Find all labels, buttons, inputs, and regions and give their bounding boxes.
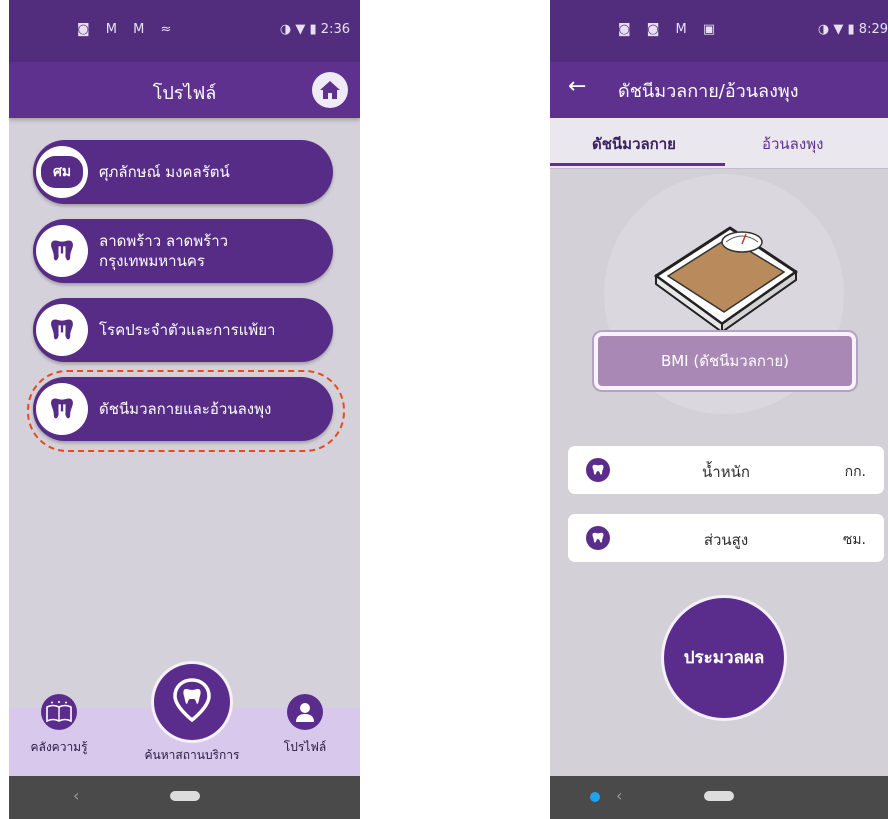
home-icon [320, 81, 340, 99]
profile-name: ศุภลักษณ์ มงคลรัตน์ [99, 163, 230, 181]
system-back-icon[interactable]: ‹ [616, 786, 622, 805]
profile-screen: ◙ Ⅿ Ⅿ ≈ ◑ ▼ ▮ 2:36 โปรไฟล์ ศม ศุภลักษณ์ … [9, 0, 360, 819]
disease-allergy-item[interactable]: โรคประจำตัวและการแพ้ยา [33, 298, 333, 362]
tooth-icon [51, 398, 73, 419]
scale-icon [654, 226, 798, 334]
system-home-pill[interactable] [704, 791, 734, 801]
address-line-2: กรุงเทพมหานคร [99, 252, 205, 270]
bmi-button[interactable]: BMI (ดัชนีมวลกาย) [594, 332, 856, 390]
address-item[interactable]: ลาดพร้าว ลาดพร้าว กรุงเทพมหานคร [33, 219, 333, 283]
weight-field[interactable]: น้ำหนัก กก. [568, 446, 884, 494]
weight-label: น้ำหนัก [702, 463, 750, 481]
app-bar: ← ดัชนีมวลกาย/อ้วนลงพุง [550, 62, 888, 118]
process-button[interactable]: ประมวลผล [664, 598, 784, 718]
active-tab-indicator [550, 163, 725, 166]
bmi-item[interactable]: ดัชนีมวลกายและอ้วนลงพุง [33, 377, 333, 441]
disease-allergy-label: โรคประจำตัวและการแพ้ยา [99, 321, 276, 339]
person-icon [296, 703, 314, 722]
status-bar: ◙ ◙ Ⅿ ▣ ◑ ▼ ▮ 8:29 [550, 0, 888, 62]
bmi-screen: ◙ ◙ Ⅿ ▣ ◑ ▼ ▮ 8:29 ← ดัชนีมวลกาย/อ้วนลงพ… [550, 0, 888, 819]
back-arrow-icon[interactable]: ← [568, 74, 586, 99]
home-button[interactable] [312, 72, 348, 108]
avatar: ศม [36, 146, 88, 198]
status-time: 8:29 [858, 22, 888, 37]
nav-profile-label: โปรไฟล์ [283, 740, 327, 754]
system-nav-bar: ‹ [550, 776, 888, 819]
tab-bmi[interactable]: ดัชนีมวลกาย [592, 132, 676, 156]
tooth-icon [51, 240, 73, 261]
nav-find-service-label: ค้นหาสถานบริการ [144, 748, 240, 762]
bmi-label: ดัชนีมวลกายและอ้วนลงพุง [99, 400, 272, 418]
bottom-navigation: คลังความรู้ ค้นหาสถานบริการ โปรไฟล์ [9, 664, 360, 776]
status-system-icons: ◑ ▼ ▮ [279, 22, 317, 37]
tooth-icon [592, 532, 604, 543]
page-title: โปรไฟล์ [152, 83, 217, 104]
profile-name-item[interactable]: ศม ศุภลักษณ์ มงคลรัตน์ [33, 140, 333, 204]
status-time: 2:36 [320, 22, 350, 37]
height-label: ส่วนสูง [703, 531, 749, 549]
system-back-icon[interactable]: ‹ [73, 786, 79, 805]
page-title: ดัชนีมวลกาย/อ้วนลงพุง [618, 81, 799, 102]
nav-knowledge-label: คลังความรู้ [30, 740, 88, 754]
system-home-pill[interactable] [169, 791, 200, 801]
location-tooth-icon [173, 678, 211, 722]
notification-dot [590, 792, 600, 802]
weight-unit: กก. [844, 464, 866, 480]
tooth-icon [51, 319, 73, 340]
status-notification-icons: ◙ Ⅿ Ⅿ ≈ [77, 22, 178, 37]
book-icon [46, 701, 72, 723]
status-system-icons: ◑ ▼ ▮ [817, 22, 855, 37]
address-line-1: ลาดพร้าว ลาดพร้าว [99, 232, 229, 250]
tab-bar: ดัชนีมวลกาย อ้วนลงพุง [550, 118, 888, 169]
system-nav-bar: ‹ [9, 776, 360, 819]
tooth-icon [592, 464, 604, 475]
avatar-initials: ศม [41, 156, 83, 188]
app-bar: โปรไฟล์ [9, 62, 360, 118]
tab-waist[interactable]: อ้วนลงพุง [762, 132, 823, 156]
height-field[interactable]: ส่วนสูง ซม. [568, 514, 884, 562]
status-bar: ◙ Ⅿ Ⅿ ≈ ◑ ▼ ▮ 2:36 [9, 0, 360, 62]
status-notification-icons: ◙ ◙ Ⅿ ▣ [618, 22, 722, 37]
height-unit: ซม. [842, 532, 866, 548]
